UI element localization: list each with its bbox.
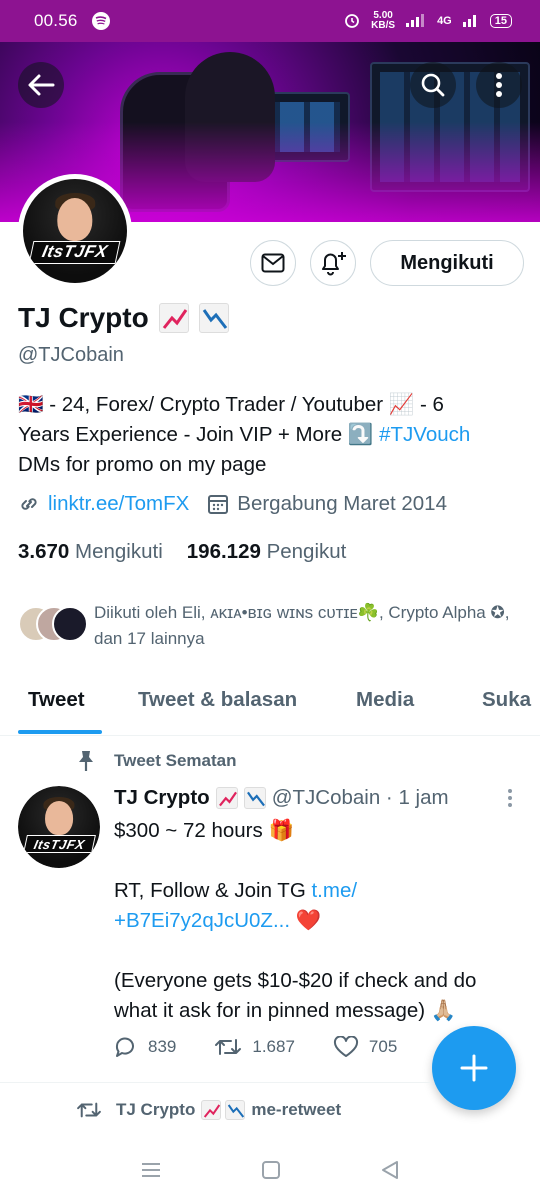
- calendar-icon: [208, 495, 229, 514]
- tweet-line-2: RT, Follow & Join TG t.me/ +B7Ei7y2qJcU0…: [114, 876, 524, 936]
- tweet-body: $300 ~ 72 hours 🎁 RT, Follow & Join TG t…: [114, 816, 524, 1056]
- avatar-logo-text: ItsTJFX: [28, 241, 122, 265]
- tweet-line-1: $300 ~ 72 hours 🎁: [114, 819, 294, 842]
- profile-name: TJ Crypto: [18, 302, 149, 333]
- retweeter-name: TJ Crypto: [116, 1100, 196, 1119]
- profile-handle: @TJCobain: [18, 344, 124, 366]
- tab-media[interactable]: Media: [356, 688, 414, 712]
- signal-icon: [405, 13, 427, 30]
- followers-label: Pengikut: [266, 540, 347, 563]
- recent-apps-icon[interactable]: [140, 1161, 162, 1179]
- tweet-author-name[interactable]: TJ Crypto: [114, 786, 210, 810]
- pin-icon: [79, 751, 93, 771]
- battery-indicator: 15: [489, 14, 512, 28]
- network-type: 4G: [437, 15, 452, 27]
- telegram-link[interactable]: t.me/: [311, 879, 357, 902]
- tab-tweet[interactable]: Tweet: [28, 688, 85, 712]
- tweet-line-4: (Everyone gets $10-$20 if check and do w…: [114, 969, 477, 1022]
- pinned-label: Tweet Sematan: [114, 751, 237, 770]
- chart-up-emoji-icon: [201, 1100, 222, 1120]
- profile-link[interactable]: linktr.ee/TomFX: [48, 492, 189, 516]
- notifications-button[interactable]: [310, 240, 356, 286]
- profile-meta: linktr.ee/TomFX Bergabung Maret 2014: [18, 492, 447, 516]
- profile-avatar[interactable]: ItsTJFX: [18, 174, 132, 288]
- tweet-divider: [0, 1082, 430, 1083]
- like-count: 705: [368, 1037, 398, 1056]
- retweet-context-row: TJ Crypto me-retweet: [76, 1100, 341, 1120]
- compose-tweet-button[interactable]: [432, 1026, 516, 1110]
- more-vertical-icon: [496, 73, 502, 97]
- mail-icon: [261, 253, 285, 273]
- profile-bio: 🇬🇧 - 24, Forex/ Crypto Trader / Youtuber…: [18, 390, 524, 480]
- retweet-label: me-retweet: [251, 1100, 342, 1119]
- message-button[interactable]: [250, 240, 296, 286]
- retweet-icon: [77, 1102, 101, 1118]
- followers-stat[interactable]: 196.129 Pengikut: [187, 540, 347, 564]
- avatar-logo-text: ItsTJFX: [22, 835, 96, 854]
- plus-icon: [460, 1054, 488, 1082]
- profile-name-row: TJ Crypto: [18, 302, 229, 334]
- profile-stats: 3.670 Mengikuti 196.129 Pengikut: [18, 540, 346, 564]
- hashtag-link[interactable]: #TJVouch: [379, 423, 470, 446]
- profile-tabs: Tweet Tweet & balasan Media Suka: [0, 672, 540, 736]
- search-icon: [421, 73, 445, 97]
- more-options-button[interactable]: [476, 62, 522, 108]
- tweet-handle-time: @TJCobain · 1 jam: [271, 786, 449, 809]
- home-icon[interactable]: [261, 1160, 281, 1180]
- joined-date: Bergabung Maret 2014: [237, 492, 447, 515]
- signal-icon-2: [462, 13, 480, 30]
- status-time: 00.56: [34, 11, 78, 30]
- following-stat[interactable]: 3.670 Mengikuti: [18, 540, 163, 564]
- bio-line-2-text: Years Experience - Join VIP + More ⤵️: [18, 423, 380, 446]
- alarm-icon: [343, 11, 361, 32]
- reply-icon: [115, 1037, 134, 1057]
- active-tab-indicator: [18, 730, 102, 734]
- chart-up-emoji-icon: [158, 303, 189, 333]
- tweet-header: TJ Crypto @TJCobain · 1 jam: [114, 786, 449, 810]
- retweet-count: 1.687: [252, 1037, 295, 1056]
- pinned-label-row: Tweet Sematan: [76, 750, 237, 772]
- link-icon: [21, 498, 37, 510]
- heart-emoji: ❤️: [290, 909, 322, 932]
- chart-up-emoji-icon: [215, 787, 238, 809]
- followed-by-row[interactable]: Diikuti oleh Eli, ᴀᴋɪᴀ•ʙɪɢ ᴡɪɴs ᴄᴜᴛɪᴇ☘️,…: [18, 600, 514, 652]
- bio-line-3: DMs for promo on my page: [18, 453, 267, 476]
- telegram-link-cont[interactable]: +B7Ei7y2qJcU0Z...: [114, 909, 290, 932]
- back-arrow-icon: [28, 74, 55, 96]
- system-nav-bar: [0, 1140, 540, 1200]
- status-bar: 00.56 5.00 KB/S 4G 15: [0, 0, 540, 42]
- chart-down-emoji-icon: [243, 787, 266, 809]
- network-speed: 5.00 KB/S: [371, 11, 395, 31]
- tab-likes[interactable]: Suka: [482, 688, 531, 712]
- avatar: [52, 606, 88, 642]
- heart-icon: [333, 1036, 358, 1057]
- search-button[interactable]: [410, 62, 456, 108]
- tab-tweet-replies[interactable]: Tweet & balasan: [138, 688, 297, 712]
- back-button[interactable]: [18, 62, 64, 108]
- bio-line-1: 🇬🇧 - 24, Forex/ Crypto Trader / Youtuber…: [18, 393, 444, 416]
- spotify-icon: [91, 12, 110, 30]
- reply-count: 839: [148, 1037, 177, 1056]
- followers-count: 196.129: [186, 540, 261, 563]
- like-button[interactable]: 705: [333, 1036, 397, 1058]
- tweet-author-avatar[interactable]: ItsTJFX: [18, 786, 100, 868]
- reply-button[interactable]: 839: [114, 1036, 176, 1058]
- following-count: 3.670: [18, 540, 70, 563]
- followed-by-avatars: [18, 606, 88, 646]
- retweet-icon: [215, 1039, 242, 1055]
- tweet-more-button[interactable]: [502, 786, 518, 810]
- following-label: Mengikuti: [75, 540, 163, 563]
- tweet-line-2-text: RT, Follow & Join TG: [114, 879, 312, 902]
- bell-plus-icon: [322, 252, 346, 276]
- retweet-button[interactable]: 1.687: [214, 1036, 295, 1058]
- chart-down-emoji-icon: [198, 303, 229, 333]
- bio-line-2: Years Experience - Join VIP + More ⤵️ #T…: [18, 420, 524, 450]
- chart-down-emoji-icon: [225, 1100, 246, 1120]
- tweet-actions: 839 1.687 705: [114, 1036, 397, 1058]
- followed-by-text: Diikuti oleh Eli, ᴀᴋɪᴀ•ʙɪɢ ᴡɪɴs ᴄᴜᴛɪᴇ☘️,…: [94, 603, 510, 648]
- speed-unit: KB/S: [371, 20, 396, 31]
- back-nav-icon[interactable]: [380, 1159, 400, 1181]
- following-button[interactable]: Mengikuti: [370, 240, 524, 286]
